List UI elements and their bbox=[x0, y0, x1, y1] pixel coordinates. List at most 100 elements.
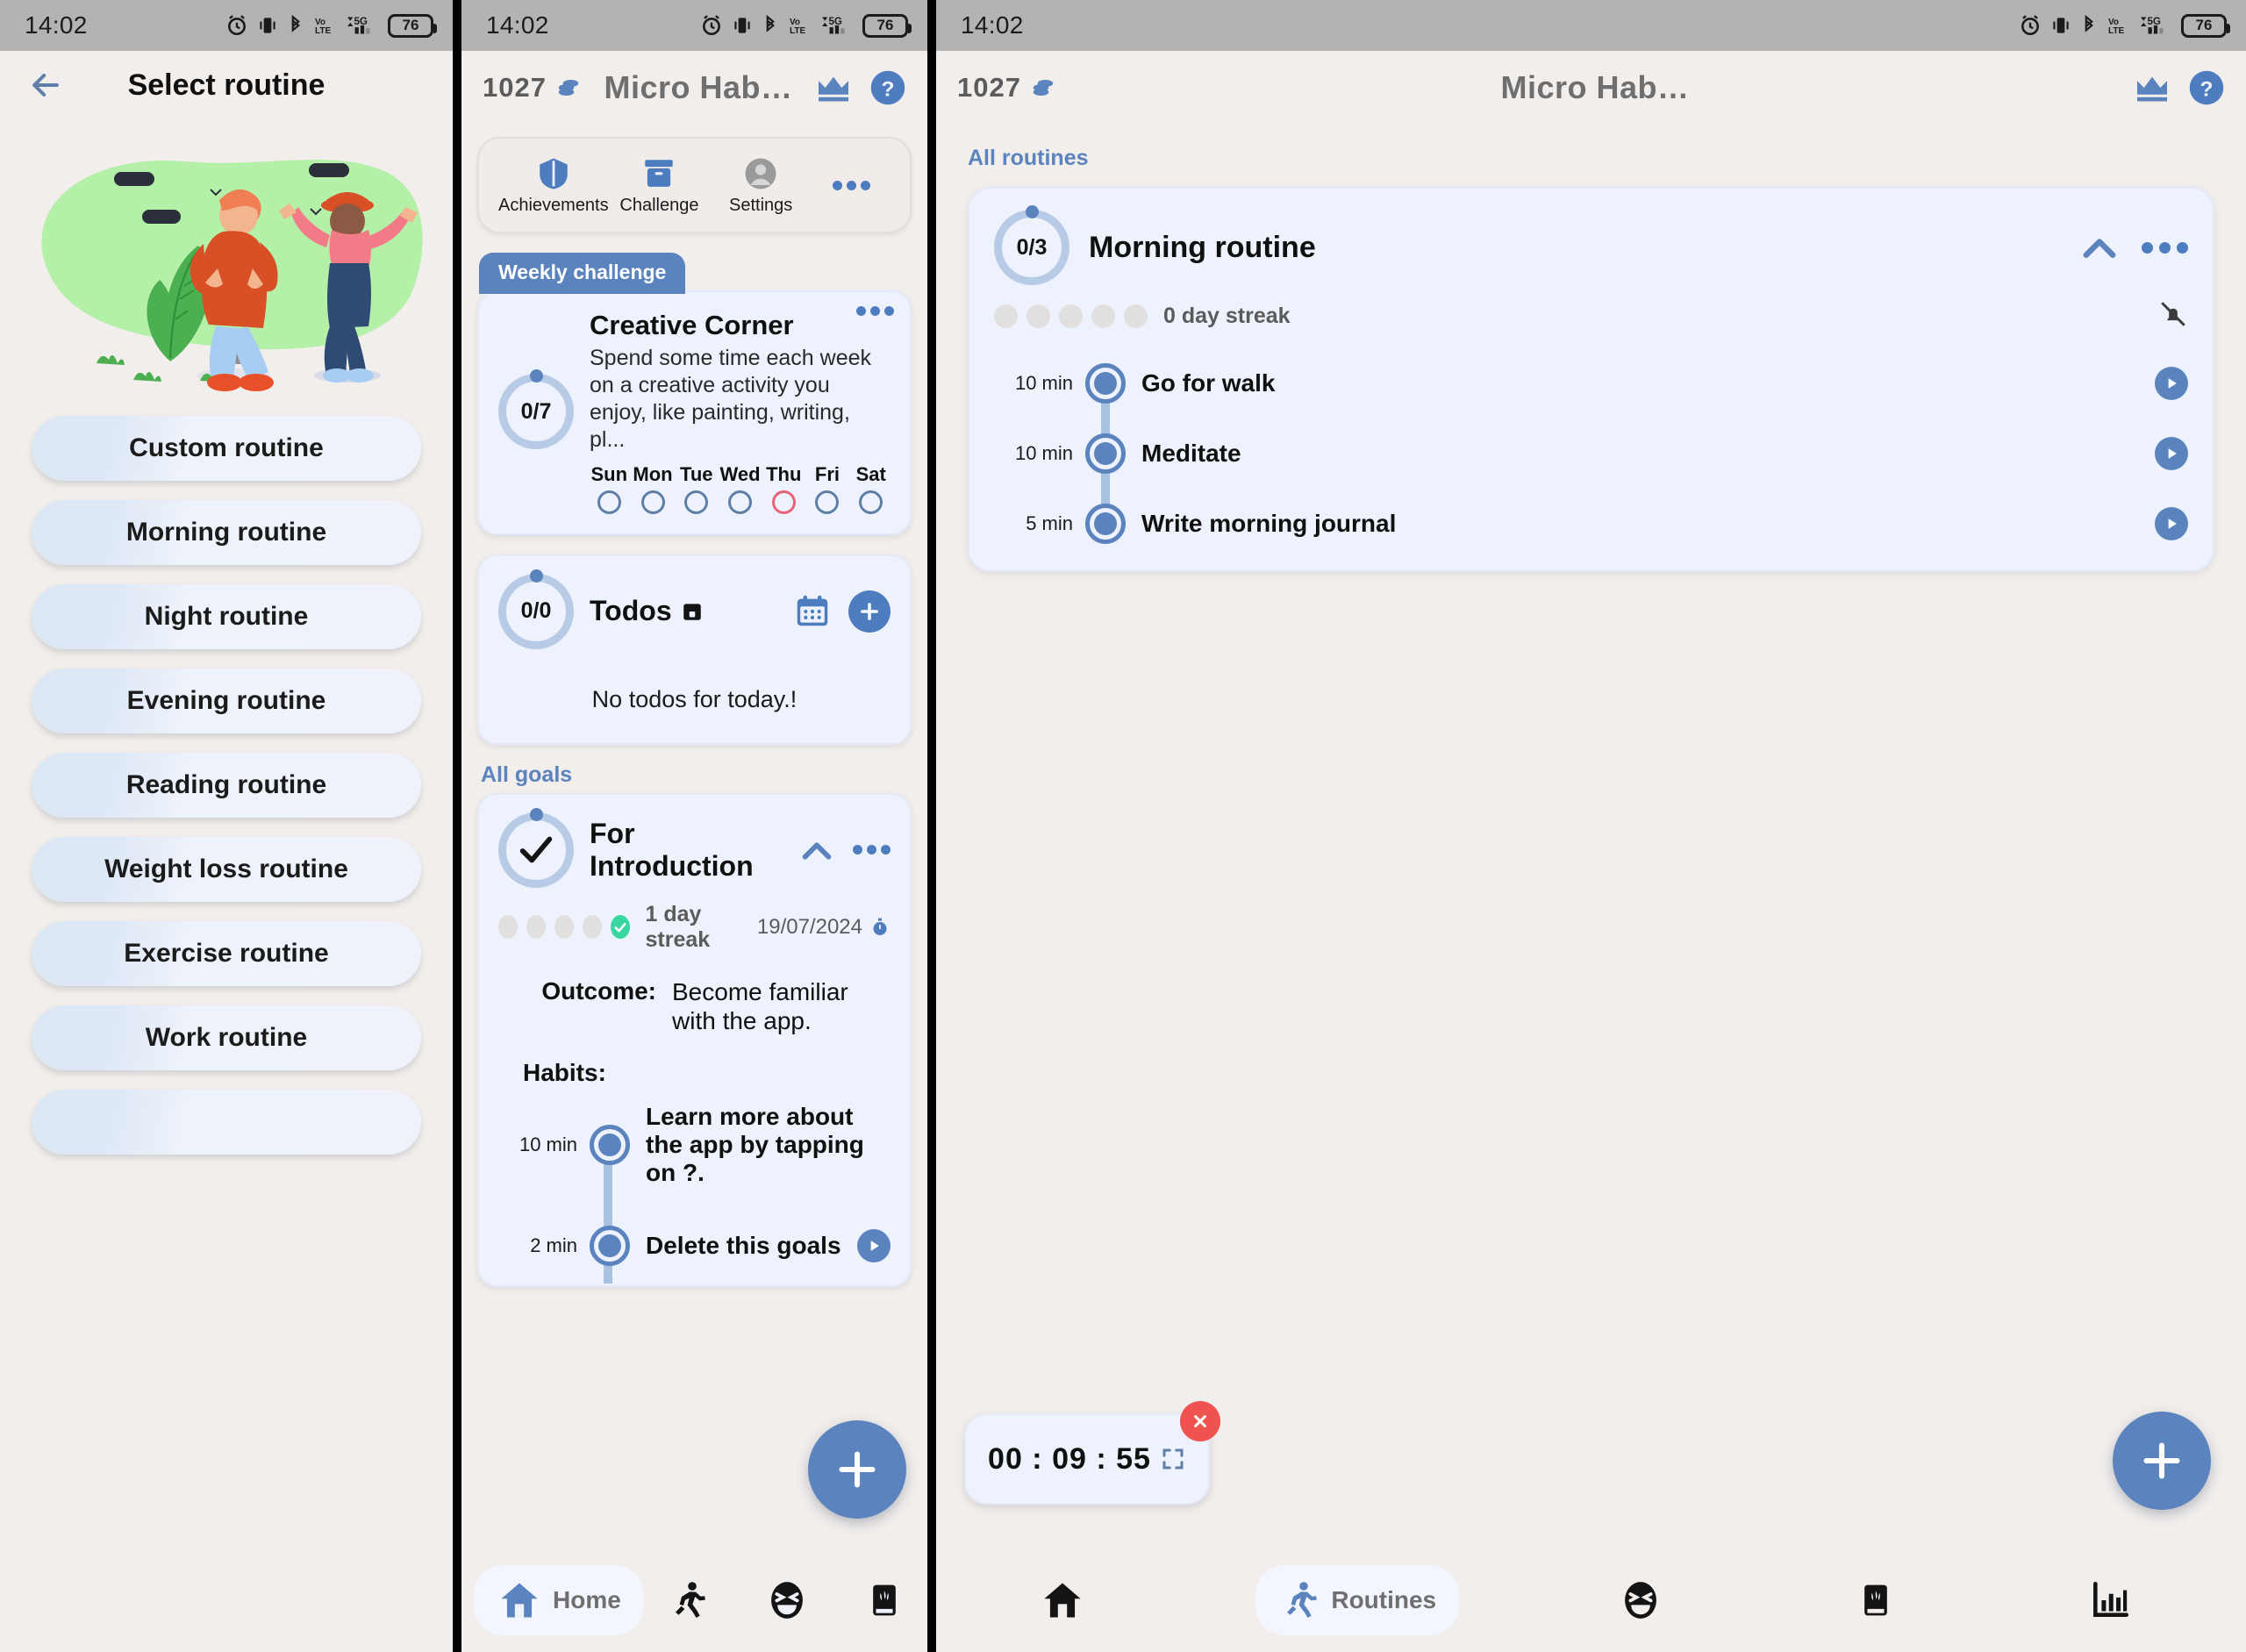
routine-option-weight-loss[interactable]: Weight loss routine bbox=[32, 837, 421, 902]
routine-option-evening[interactable]: Evening routine bbox=[32, 669, 421, 733]
habit-name: Delete this goals bbox=[646, 1232, 841, 1260]
habit-node[interactable] bbox=[590, 1125, 630, 1166]
weekday-wed[interactable]: Wed bbox=[719, 463, 761, 514]
weekday-sat[interactable]: Sat bbox=[851, 463, 891, 514]
book-icon bbox=[1863, 1584, 1887, 1616]
weekday-fri[interactable]: Fri bbox=[808, 463, 848, 514]
weekday-tue[interactable]: Tue bbox=[676, 463, 716, 514]
screen-select-routine: 14:02 Vo LTE 5G 76 Select routine Custom… bbox=[0, 0, 453, 1652]
expand-icon[interactable] bbox=[1160, 1446, 1186, 1472]
habit-row-write-journal[interactable]: 5 min Write morning journal bbox=[994, 504, 2188, 544]
habit-row[interactable]: 10 min Learn more about the app by tappi… bbox=[498, 1103, 891, 1188]
bluetooth-icon bbox=[2085, 14, 2093, 32]
habit-node[interactable] bbox=[1085, 504, 1126, 544]
weekday-dot[interactable] bbox=[815, 490, 840, 514]
habit-row-go-for-walk[interactable]: 10 min Go for walk bbox=[994, 363, 2188, 404]
habit-name: Go for walk bbox=[1141, 368, 1276, 397]
help-icon[interactable]: ? bbox=[2188, 69, 2225, 106]
weekday-sun[interactable]: Sun bbox=[590, 463, 629, 514]
weekday-mon[interactable]: Mon bbox=[633, 463, 673, 514]
weekday-label: Tue bbox=[680, 462, 713, 485]
streak-dot bbox=[498, 915, 518, 940]
nav-item-routines[interactable] bbox=[644, 1565, 742, 1635]
routine-card-morning[interactable]: 0/3 Morning routine 0 day streak 10 min … bbox=[968, 187, 2214, 572]
habit-play-button[interactable] bbox=[857, 1229, 891, 1263]
chevron-up-icon[interactable] bbox=[2077, 225, 2122, 270]
routine-option-work[interactable]: Work routine bbox=[32, 1005, 421, 1070]
bell-off-icon[interactable] bbox=[2158, 299, 2188, 329]
habit-row-meditate[interactable]: 10 min Meditate bbox=[994, 433, 2188, 474]
weekday-dot-today[interactable] bbox=[771, 490, 796, 514]
home-icon bbox=[1044, 1583, 1081, 1618]
calendar-icon[interactable] bbox=[792, 591, 833, 632]
action-achievements[interactable]: Achievements bbox=[498, 155, 609, 216]
back-arrow-icon[interactable] bbox=[26, 66, 65, 104]
nav-item-routines[interactable]: Routines bbox=[1255, 1565, 1460, 1635]
coin-count: 1027 bbox=[957, 72, 1021, 103]
volte-icon: VoLTE bbox=[790, 18, 805, 36]
nav-item-journal[interactable] bbox=[1834, 1565, 1928, 1635]
routine-option-exercise[interactable]: Exercise routine bbox=[32, 921, 421, 986]
habit-row[interactable]: 2 min Delete this goals bbox=[498, 1226, 891, 1267]
add-goal-fab[interactable] bbox=[808, 1420, 906, 1519]
habit-node[interactable] bbox=[1085, 363, 1126, 404]
help-icon[interactable]: ? bbox=[869, 69, 906, 106]
weekday-dot[interactable] bbox=[859, 490, 883, 514]
weekly-challenge-card[interactable]: 0/7 Creative Corner Spend some time each… bbox=[477, 290, 912, 535]
nav-item-journal[interactable] bbox=[842, 1565, 927, 1635]
routine-option-reading[interactable]: Reading routine bbox=[32, 753, 421, 818]
nav-item-stats[interactable] bbox=[2065, 1565, 2165, 1635]
vibrate-icon bbox=[2053, 18, 2069, 33]
active-timer-widget[interactable]: 00 : 09 : 55 bbox=[964, 1401, 1220, 1505]
weekday-dot[interactable] bbox=[727, 490, 752, 514]
habit-play-button[interactable] bbox=[2155, 437, 2188, 470]
action-label: Challenge bbox=[619, 195, 699, 215]
chevron-up-icon[interactable] bbox=[797, 830, 837, 870]
routine-more-icon[interactable] bbox=[2142, 241, 2188, 254]
nav-item-home[interactable]: Home bbox=[474, 1565, 644, 1635]
weekday-label: Sun bbox=[590, 462, 628, 485]
timer-close-button[interactable] bbox=[1180, 1401, 1220, 1441]
weekday-dot[interactable] bbox=[684, 490, 709, 514]
add-todo-button[interactable] bbox=[848, 590, 891, 633]
routine-option-custom[interactable]: Custom routine bbox=[32, 416, 421, 481]
weekly-challenge-more-icon[interactable] bbox=[856, 306, 894, 316]
calendar-small-icon bbox=[683, 603, 701, 620]
habit-play-button[interactable] bbox=[2155, 367, 2188, 400]
action-more[interactable] bbox=[812, 180, 891, 190]
routine-option-night[interactable]: Night routine bbox=[32, 584, 421, 649]
crown-icon[interactable] bbox=[815, 73, 852, 103]
weekday-dot[interactable] bbox=[597, 490, 621, 514]
nav-item-mood[interactable] bbox=[742, 1565, 842, 1635]
routine-option-morning[interactable]: Morning routine bbox=[32, 500, 421, 565]
weekday-dot[interactable] bbox=[640, 490, 665, 514]
add-routine-fab[interactable] bbox=[2113, 1412, 2211, 1510]
nav-item-home[interactable] bbox=[1017, 1565, 1119, 1635]
habit-node[interactable] bbox=[590, 1226, 630, 1267]
habit-duration: 10 min bbox=[519, 1134, 577, 1156]
progress-value: 0/7 bbox=[520, 398, 552, 424]
habit-node[interactable] bbox=[1085, 433, 1126, 474]
coin-balance[interactable]: 1027 bbox=[483, 72, 582, 104]
nav-item-mood[interactable] bbox=[1596, 1565, 1696, 1635]
goal-more-icon[interactable] bbox=[853, 845, 891, 855]
goal-date-text: 19/07/2024 bbox=[756, 914, 862, 939]
svg-text:5G: 5G bbox=[828, 16, 842, 27]
walking-couple-illustration bbox=[0, 159, 453, 409]
streak-dot bbox=[1026, 304, 1050, 328]
action-challenge[interactable]: Challenge bbox=[609, 155, 711, 216]
goal-card[interactable]: For Introduction 1 day streak 19/07/2024 bbox=[477, 792, 912, 1288]
weekday-thu[interactable]: Thu bbox=[764, 463, 804, 514]
home-icon bbox=[501, 1583, 538, 1618]
action-label: Achievements bbox=[498, 195, 609, 215]
habit-play-button[interactable] bbox=[2155, 507, 2188, 540]
coins-icon bbox=[1033, 80, 1054, 96]
chart-icon bbox=[2092, 1581, 2128, 1617]
routine-option-partial[interactable] bbox=[32, 1090, 421, 1155]
routine-progress-ring: 0/3 bbox=[994, 205, 1069, 285]
alarm-icon bbox=[2021, 15, 2039, 36]
crown-icon[interactable] bbox=[2134, 73, 2171, 103]
coin-balance[interactable]: 1027 bbox=[957, 72, 1056, 104]
quick-action-bar: Achievements Challenge Settings bbox=[477, 137, 912, 233]
action-settings[interactable]: Settings bbox=[710, 155, 812, 216]
